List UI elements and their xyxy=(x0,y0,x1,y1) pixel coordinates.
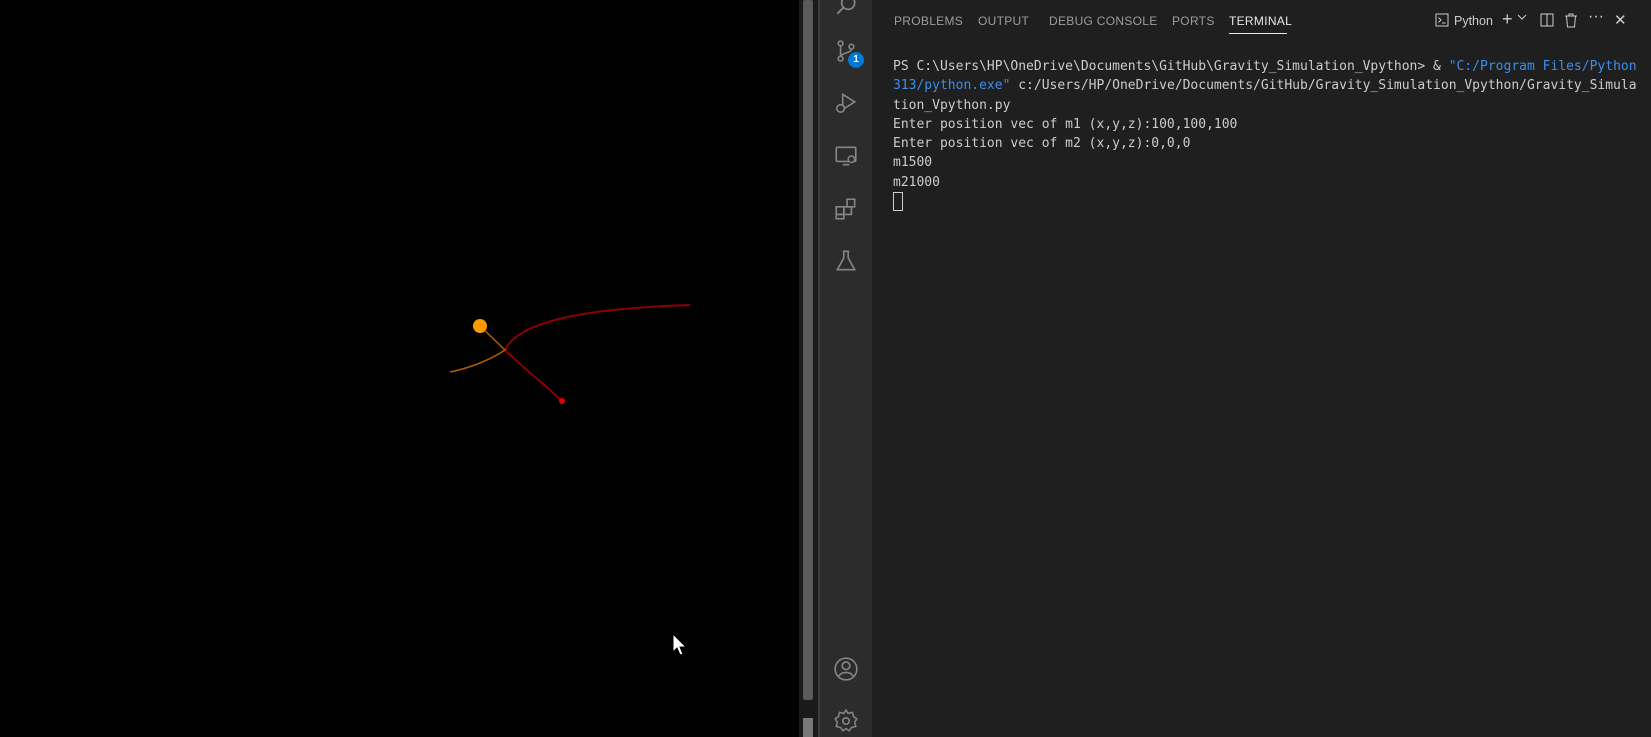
terminal-output[interactable]: PS C:\Users\HP\OneDrive\Documents\GitHub… xyxy=(893,57,1643,212)
trail-body2 xyxy=(503,304,691,402)
trail-body1 xyxy=(449,325,507,373)
chevron-down-icon[interactable] xyxy=(1517,10,1527,25)
activity-bar: 1 xyxy=(820,0,872,737)
body2-sphere xyxy=(559,398,565,404)
terminal-line-mass2: m21000 xyxy=(893,174,940,190)
tab-output[interactable]: OUTPUT xyxy=(978,14,1029,28)
tab-ports[interactable]: PORTS xyxy=(1172,14,1215,28)
terminal-panel: PROBLEMS OUTPUT DEBUG CONSOLE PORTS TERM… xyxy=(872,0,1651,737)
source-control-badge: 1 xyxy=(848,52,864,68)
simulation-scene xyxy=(449,304,691,656)
mouse-cursor-icon xyxy=(672,632,688,656)
close-icon[interactable]: ✕ xyxy=(1614,11,1627,29)
new-terminal-icon[interactable]: + xyxy=(1502,9,1513,30)
extensions-icon[interactable] xyxy=(833,196,859,222)
search-icon[interactable] xyxy=(833,0,859,18)
terminal-cursor xyxy=(893,192,903,212)
terminal-prompt: PS C:\Users\HP\OneDrive\Documents\GitHub… xyxy=(893,59,1449,74)
testing-icon[interactable] xyxy=(833,248,859,274)
more-actions-icon[interactable]: ··· xyxy=(1588,8,1604,26)
terminal-profile-label[interactable]: Python xyxy=(1454,14,1493,28)
scrollbar-thumb[interactable] xyxy=(803,0,813,700)
body1-sphere xyxy=(473,319,487,333)
terminal-profile-icon xyxy=(1435,13,1449,30)
tab-debug-console[interactable]: DEBUG CONSOLE xyxy=(1049,14,1158,28)
terminal-line-m2-input: Enter position vec of m2 (x,y,z):0,0,0 xyxy=(893,136,1191,152)
active-tab-indicator xyxy=(1229,33,1287,34)
scrollbar-lower[interactable] xyxy=(803,718,813,737)
panel-tabs: PROBLEMS OUTPUT DEBUG CONSOLE PORTS TERM… xyxy=(872,0,1651,42)
terminal-line-mass1: m1500 xyxy=(893,155,933,171)
tab-problems[interactable]: PROBLEMS xyxy=(894,14,963,28)
split-terminal-icon[interactable] xyxy=(1540,13,1554,30)
run-debug-icon[interactable] xyxy=(833,90,859,116)
settings-gear-icon[interactable] xyxy=(833,708,859,734)
trash-icon[interactable] xyxy=(1564,13,1578,31)
remote-explorer-icon[interactable] xyxy=(833,143,859,169)
vpython-canvas[interactable] xyxy=(0,0,799,737)
terminal-line-m1-input: Enter position vec of m1 (x,y,z):100,100… xyxy=(893,116,1238,132)
tab-terminal[interactable]: TERMINAL xyxy=(1229,14,1292,28)
account-icon[interactable] xyxy=(833,656,859,682)
